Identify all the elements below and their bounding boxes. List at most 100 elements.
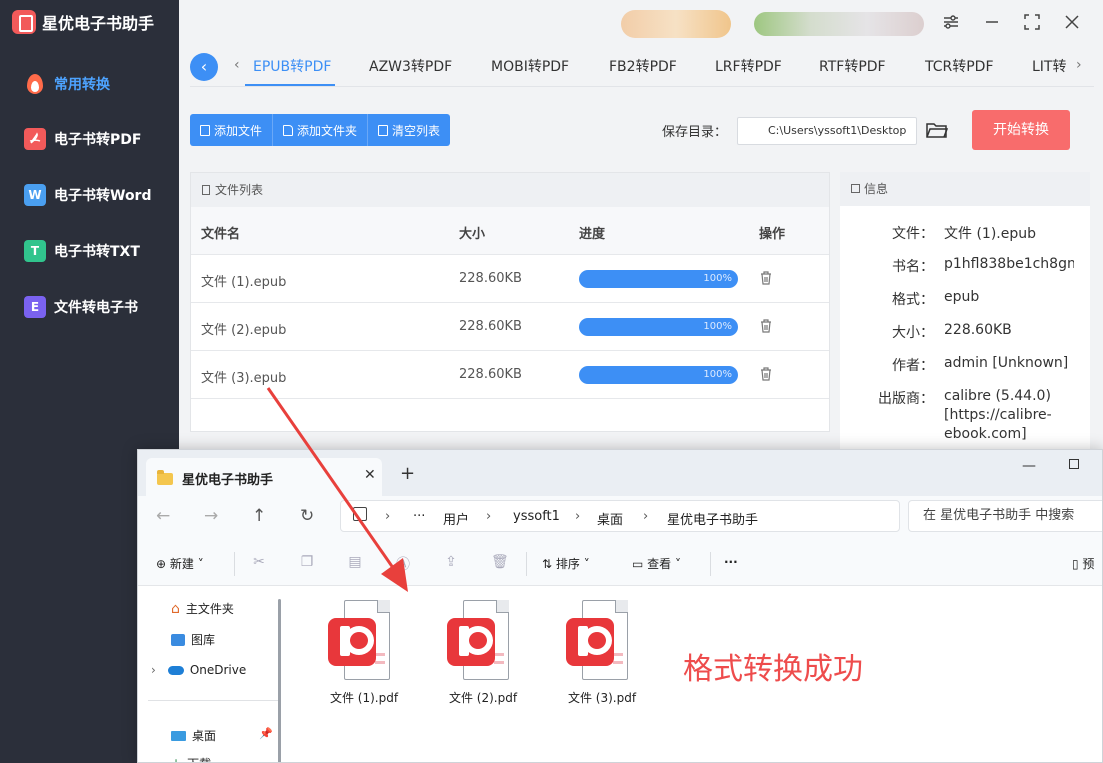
file-list-header: 文件列表 [191, 173, 829, 207]
trash-icon [378, 124, 389, 136]
maximize-icon[interactable] [1069, 459, 1079, 469]
search-input[interactable]: 在 星优电子书助手 中搜索 [908, 500, 1102, 532]
address-bar[interactable]: › ··· 用户 › yssoft1 › 桌面 › 星优电子书助手 [340, 500, 900, 532]
sidebar-item-ebook-to-txt[interactable]: T 电子书转TXT [24, 240, 140, 262]
nav-item-pictures[interactable]: 图库 [171, 631, 215, 648]
breadcrumb-item[interactable]: 星优电子书助手 [667, 509, 758, 528]
nav-pane-scrollbar[interactable] [278, 599, 281, 762]
maximize-icon[interactable] [1021, 13, 1043, 35]
tab-rtf-to-pdf[interactable]: RTF转PDF [819, 56, 886, 76]
file-list-panel: 文件列表 文件名 大小 进度 操作 文件 (1).epub 228.60KB 1… [190, 172, 830, 432]
chevron-left-icon[interactable]: ‹ [190, 53, 218, 81]
list-icon [202, 185, 210, 195]
word-icon: W [24, 184, 46, 206]
share-icon[interactable]: ⇪ [443, 554, 459, 570]
breadcrumb-item[interactable]: 桌面 [597, 509, 623, 528]
nav-item-downloads[interactable]: ↓ 下载 [171, 755, 211, 763]
pdf-file-item[interactable]: 文件 (2).pdf [435, 600, 531, 710]
sidebar-item-common[interactable]: 常用转换 [24, 72, 110, 96]
sidebar-item-file-to-ebook[interactable]: E 文件转电子书 [24, 296, 138, 318]
file-name: 文件 (2).epub [201, 323, 287, 338]
preview-label: 预 [1082, 557, 1095, 571]
trash-icon[interactable] [760, 367, 772, 381]
sort-button[interactable]: ⇅ 排序 ˅ [542, 555, 590, 572]
cut-icon[interactable]: ✂ [251, 554, 267, 570]
settings-icon[interactable] [940, 13, 962, 35]
paste-icon[interactable]: ▤ [347, 554, 363, 570]
breadcrumb-item[interactable]: yssoft1 [513, 509, 560, 524]
nav-item-home[interactable]: ⌂ 主文件夹 [171, 600, 234, 617]
minimize-icon[interactable]: — [1022, 458, 1036, 474]
browse-folder-icon[interactable] [926, 121, 949, 139]
tab-fb2-to-pdf[interactable]: FB2转PDF [609, 56, 677, 76]
info-value: 228.60KB [944, 322, 1012, 338]
forward-arrow-icon[interactable]: → [204, 506, 218, 526]
clear-list-label: 清空列表 [392, 123, 441, 138]
col-progress-header: 进度 [579, 227, 606, 242]
up-arrow-icon[interactable]: ↑ [252, 506, 266, 526]
user-account[interactable] [754, 12, 924, 36]
tab-azw3-to-pdf[interactable]: AZW3转PDF [369, 56, 452, 76]
pin-icon[interactable]: 📌 [259, 727, 273, 740]
pdf-icon [328, 618, 376, 666]
trash-icon[interactable] [760, 271, 772, 285]
refresh-icon[interactable]: ↻ [300, 506, 314, 526]
flame-icon [24, 72, 46, 96]
table-header: 文件名 大小 进度 操作 [191, 207, 829, 255]
add-file-button[interactable]: 添加文件 [190, 114, 274, 146]
save-directory-label: 保存目录： [662, 125, 728, 140]
cmd-divider [710, 552, 711, 576]
info-key: 书名： [892, 259, 934, 275]
back-arrow-icon[interactable]: ← [156, 506, 170, 526]
trash-icon[interactable] [760, 319, 772, 333]
explorer-tab-bar: 星优电子书助手 ✕ + — [138, 450, 1102, 496]
new-button[interactable]: ⊕ 新建 ˅ [156, 555, 204, 572]
delete-icon[interactable]: 🗑 [491, 554, 509, 570]
nav-item-desktop[interactable]: 桌面 📌 [171, 727, 273, 744]
sidebar-item-ebook-to-pdf[interactable]: 电子书转PDF [24, 128, 141, 150]
sidebar-item-ebook-to-word[interactable]: W 电子书转Word [24, 184, 152, 206]
more-options-icon[interactable]: ··· [724, 555, 738, 569]
tab-tcr-to-pdf[interactable]: TCR转PDF [925, 56, 994, 76]
start-convert-button[interactable]: 开始转换 [972, 110, 1070, 150]
success-annotation: 格式转换成功 [683, 652, 863, 687]
ellipsis-icon[interactable]: ··· [413, 509, 425, 524]
sidebar-item-label: 常用转换 [54, 77, 110, 93]
tab-scroll-left-icon[interactable]: ‹ [234, 57, 240, 73]
info-key: 文件： [892, 226, 934, 242]
breadcrumb-item[interactable]: 用户 [443, 509, 469, 528]
cmd-divider [526, 552, 527, 576]
close-icon[interactable]: ✕ [364, 467, 376, 483]
explorer-tab[interactable]: 星优电子书助手 ✕ [146, 458, 382, 496]
add-folder-button[interactable]: 添加文件夹 [273, 114, 369, 146]
view-button[interactable]: ▭ 查看 ˅ [632, 555, 681, 572]
txt-icon: T [24, 240, 46, 262]
table-row[interactable]: 文件 (2).epub 228.60KB 100% [191, 303, 829, 351]
file-name: 文件 (2).pdf [448, 691, 518, 705]
close-icon[interactable] [1061, 13, 1083, 35]
nav-item-onedrive[interactable]: › OneDrive [151, 663, 246, 677]
clear-list-button[interactable]: 清空列表 [368, 114, 451, 146]
new-tab-icon[interactable]: + [400, 463, 415, 484]
tab-scroll-right-icon[interactable]: › [1076, 57, 1082, 73]
tab-epub-to-pdf[interactable]: EPUB转PDF [253, 56, 331, 76]
file-list-title: 文件列表 [215, 183, 264, 197]
info-icon [851, 184, 860, 193]
preview-button[interactable]: ▯ 预 [1072, 555, 1094, 572]
tab-lit-to-pdf[interactable]: LIT转 [1032, 56, 1066, 76]
tab-mobi-to-pdf[interactable]: MOBI转PDF [491, 56, 569, 76]
rename-icon[interactable]: Ⓐ [395, 554, 411, 573]
save-directory-input[interactable]: C:\Users\yssoft1\Desktop [737, 117, 917, 145]
user-avatar[interactable] [621, 10, 731, 38]
table-row[interactable]: 文件 (1).epub 228.60KB 100% [191, 255, 829, 303]
table-row[interactable]: 文件 (3).epub 228.60KB 100% [191, 351, 829, 399]
sidebar-item-label: 电子书转TXT [54, 244, 140, 260]
progress-bar: 100% [579, 318, 738, 336]
copy-icon[interactable]: ❐ [299, 554, 315, 570]
chevron-right-icon: › [643, 509, 649, 524]
tab-lrf-to-pdf[interactable]: LRF转PDF [715, 56, 782, 76]
page-line [494, 653, 504, 656]
minimize-icon[interactable] [981, 13, 1003, 35]
pdf-file-item[interactable]: 文件 (3).pdf [554, 600, 650, 710]
pdf-file-item[interactable]: 文件 (1).pdf [316, 600, 412, 710]
